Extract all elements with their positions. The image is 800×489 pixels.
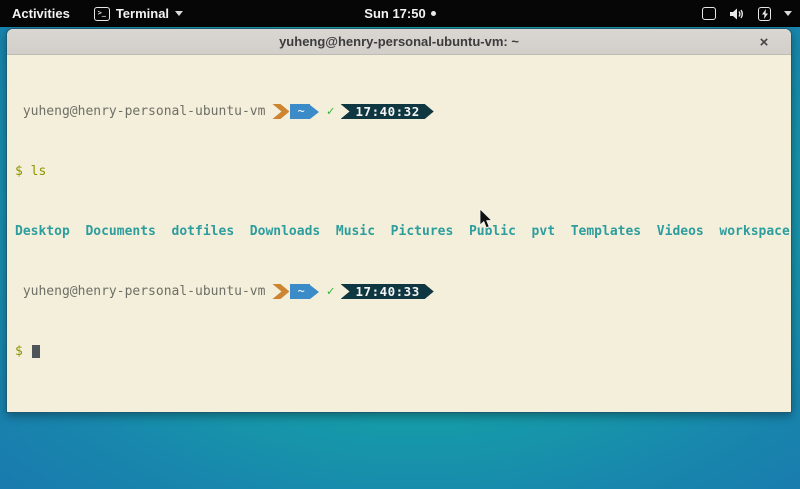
prompt-path: ~ <box>290 104 309 119</box>
prompt-line: yuheng@henry-personal-ubuntu-vm ~ ✓ 17:4… <box>15 104 783 119</box>
prompt-user: yuheng@henry-personal-ubuntu-vm <box>15 284 265 299</box>
window-titlebar[interactable]: yuheng@henry-personal-ubuntu-vm: ~ × <box>7 29 791 55</box>
command-text <box>23 164 31 179</box>
command-line: $ ls <box>15 164 783 179</box>
screen-icon <box>702 7 716 20</box>
terminal-app-icon: >_ <box>94 7 110 21</box>
top-bar: Activities >_ Terminal Sun 17:50 <box>0 0 800 27</box>
terminal-content[interactable]: yuheng@henry-personal-ubuntu-vm ~ ✓ 17:4… <box>7 55 791 412</box>
system-tray[interactable] <box>702 0 792 27</box>
text-cursor <box>32 345 40 358</box>
volume-icon <box>729 7 745 21</box>
chevron-down-icon <box>175 11 183 16</box>
powerline-segment: ~ ✓ 17:40:32 <box>272 104 433 119</box>
notification-dot-icon <box>431 11 436 16</box>
chevron-down-icon <box>784 11 792 16</box>
chevron-right-icon <box>272 284 289 299</box>
prompt-time: 17:40:32 <box>341 104 434 119</box>
command-text: ls <box>31 164 47 179</box>
prompt-line: yuheng@henry-personal-ubuntu-vm ~ ✓ 17:4… <box>15 284 783 299</box>
check-icon: ✓ <box>327 104 335 119</box>
prompt-symbol: $ <box>15 164 23 179</box>
powerline-segment: ~ ✓ 17:40:33 <box>272 284 433 299</box>
desktop-wallpaper: Activities >_ Terminal Sun 17:50 yuheng <box>0 0 800 489</box>
spacer <box>23 344 31 359</box>
battery-charging-icon <box>758 7 771 21</box>
app-menu-label: Terminal <box>116 6 169 21</box>
close-icon[interactable]: × <box>753 29 775 55</box>
chevron-right-icon <box>272 104 289 119</box>
prompt-symbol: $ <box>15 344 23 359</box>
check-icon: ✓ <box>327 284 335 299</box>
app-menu-terminal[interactable]: >_ Terminal <box>84 6 193 21</box>
chevron-right-icon <box>310 105 319 119</box>
chevron-right-icon <box>310 285 319 299</box>
prompt-user: yuheng@henry-personal-ubuntu-vm <box>15 104 265 119</box>
activities-button[interactable]: Activities <box>0 6 84 21</box>
prompt-time: 17:40:33 <box>341 284 434 299</box>
input-line[interactable]: $ <box>15 344 783 359</box>
terminal-window: yuheng@henry-personal-ubuntu-vm: ~ × yuh… <box>6 28 792 413</box>
ls-output: Desktop Documents dotfiles Downloads Mus… <box>15 224 783 239</box>
window-title: yuheng@henry-personal-ubuntu-vm: ~ <box>279 34 519 49</box>
prompt-path: ~ <box>290 284 309 299</box>
clock-label[interactable]: Sun 17:50 <box>364 6 425 21</box>
